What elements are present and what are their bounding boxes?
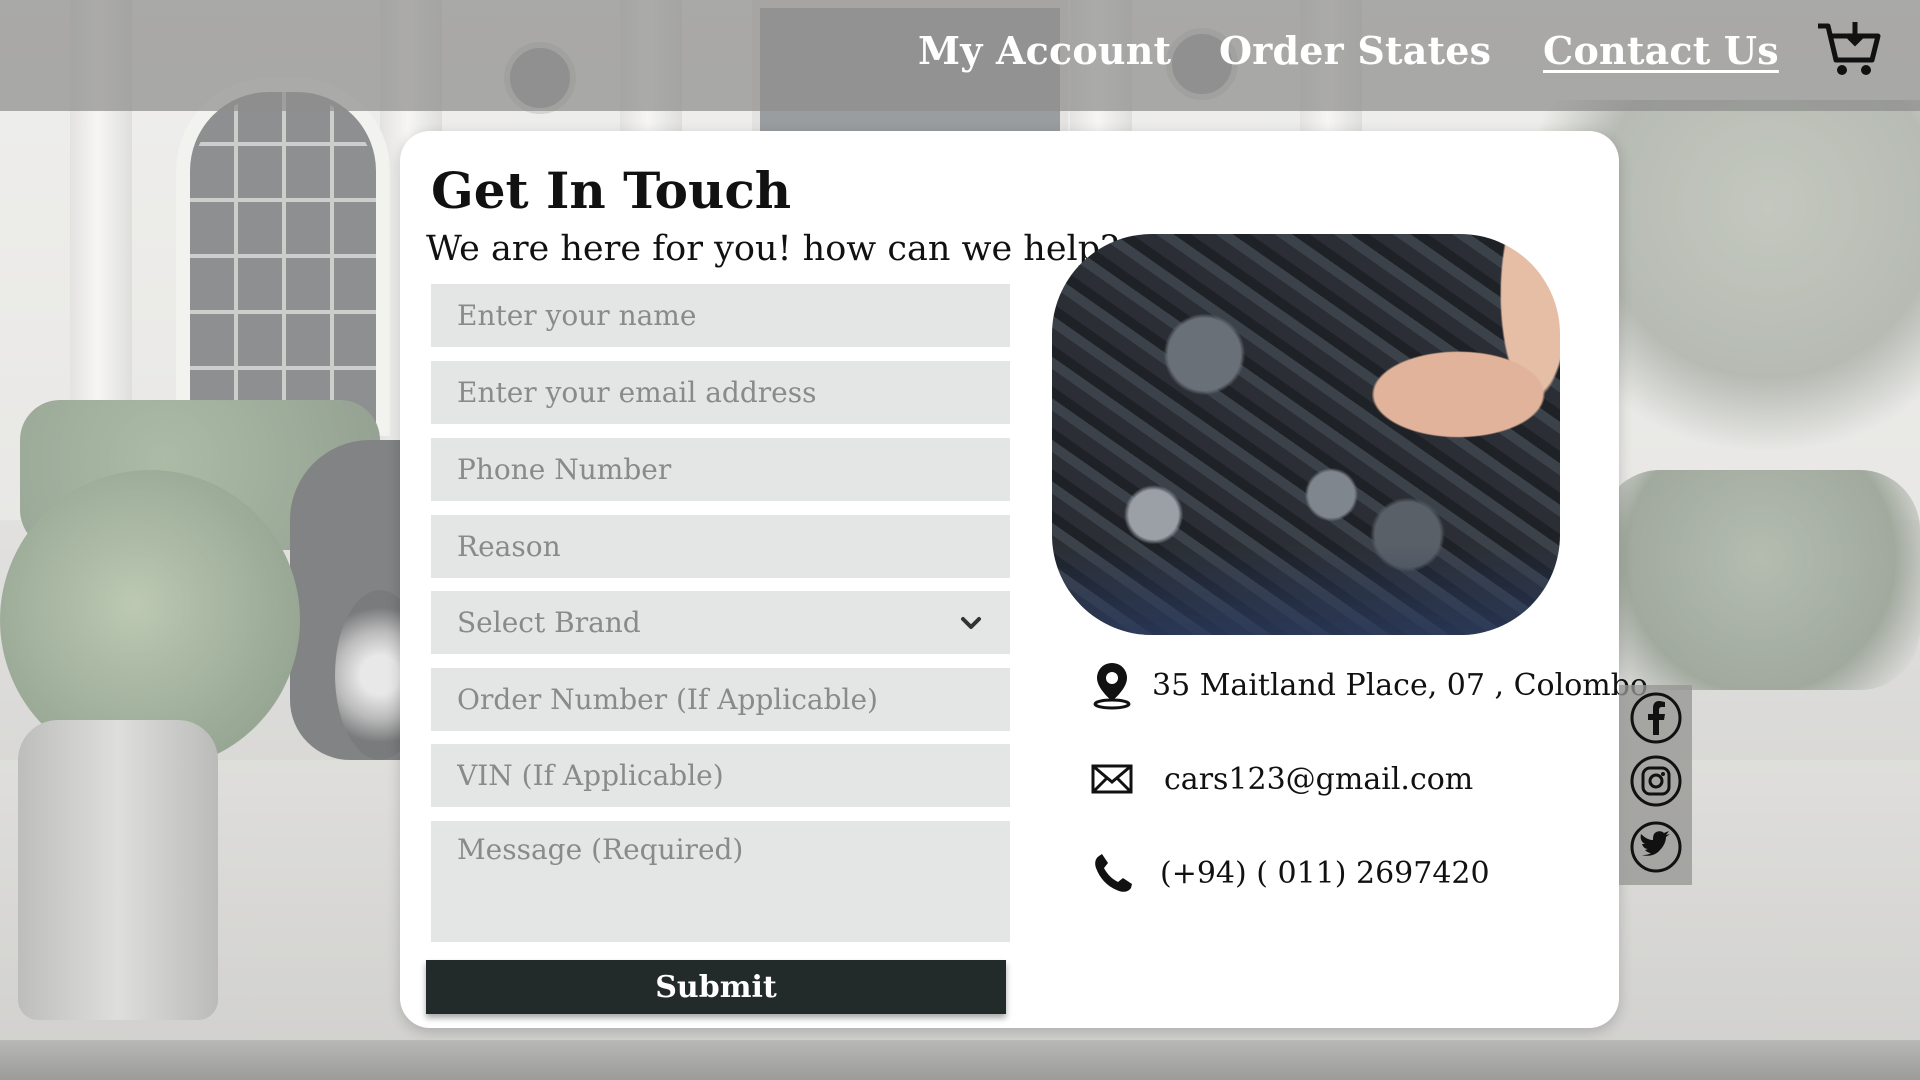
email-row: cars123@gmail.com [1090,754,1473,804]
page-subtitle: We are here for you! how can we help? [426,229,1119,269]
reason-field[interactable] [431,515,1010,578]
phone-field[interactable] [431,438,1010,501]
nav-my-account[interactable]: My Account [918,28,1171,73]
page-title: Get In Touch [431,161,792,220]
nav-order-states[interactable]: Order States [1219,28,1491,73]
chevron-down-icon [961,616,981,629]
email-field[interactable] [431,361,1010,424]
vin-field[interactable] [431,744,1010,807]
address-row: 35 Maitland Place, 07 , Colombo [1090,660,1648,710]
phone-text: (+94) ( 011) 2697420 [1160,855,1490,891]
mail-icon [1091,764,1133,794]
contact-card: Get In Touch We are here for you! how ca… [400,131,1648,1028]
facebook-icon[interactable] [1629,691,1683,745]
cart-icon[interactable] [1816,20,1886,80]
footer-band [0,1040,1920,1080]
email-text: cars123@gmail.com [1164,761,1474,797]
top-nav-bar: My Account Order States Contact Us [0,0,1920,111]
order-number-field[interactable] [431,668,1010,731]
submit-button[interactable]: Submit [426,960,1006,1014]
name-field[interactable] [431,284,1010,347]
social-bar [1619,685,1692,885]
phone-icon [1095,854,1132,892]
message-field[interactable] [431,821,1010,942]
brand-select[interactable]: Select Brand [431,591,1010,654]
instagram-icon[interactable] [1629,754,1683,808]
location-pin-icon [1093,663,1131,710]
engine-photo [1052,234,1560,635]
nav-contact-us[interactable]: Contact Us [1543,28,1779,73]
twitter-icon[interactable] [1629,820,1683,874]
address-text: 35 Maitland Place, 07 , Colombo [1152,667,1648,703]
phone-row: (+94) ( 011) 2697420 [1090,848,1490,898]
brand-select-label: Select Brand [457,606,641,639]
